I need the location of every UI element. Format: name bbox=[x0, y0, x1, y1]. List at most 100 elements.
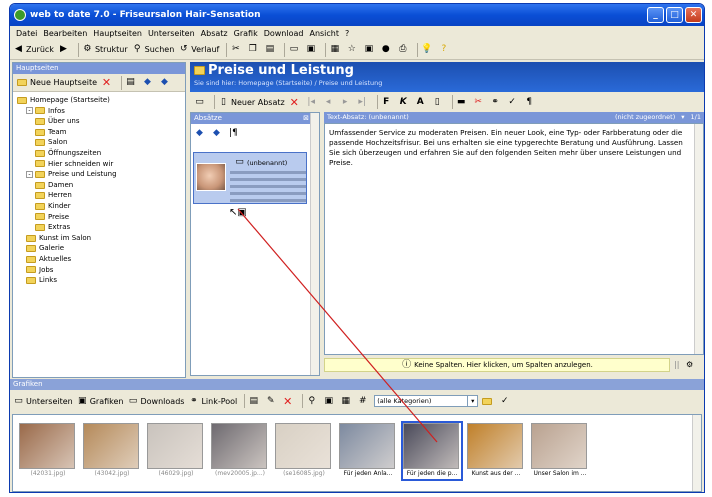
page-settings-button[interactable]: ▭ bbox=[194, 97, 207, 108]
graphic-thumbnail[interactable]: (42031.jpg) bbox=[19, 423, 77, 479]
menu-absatz[interactable]: Absatz bbox=[198, 29, 231, 38]
new-main-page-button[interactable]: Neue Hauptseite bbox=[17, 78, 97, 87]
paragraph-down-button[interactable]: ◆ bbox=[211, 128, 224, 139]
graphic-thumbnail[interactable]: (46029.jpg) bbox=[147, 423, 205, 479]
delete-format-button[interactable]: ✂ bbox=[473, 97, 486, 108]
tree-item[interactable]: Extras bbox=[13, 222, 185, 233]
search-button[interactable]: ⚲ Suchen bbox=[132, 44, 174, 55]
move-up-button[interactable]: ◆ bbox=[142, 77, 155, 88]
site-button[interactable]: ▦ bbox=[329, 44, 342, 55]
preview-button[interactable]: ▣ bbox=[305, 44, 318, 55]
category-folder-button[interactable] bbox=[482, 397, 495, 405]
next-button[interactable]: ▸ bbox=[340, 97, 353, 108]
category-check-button[interactable]: ✓ bbox=[499, 396, 512, 407]
tab-downloads[interactable]: ▭ Downloads bbox=[128, 396, 185, 407]
close-button[interactable]: ✕ bbox=[685, 7, 702, 23]
cut-button[interactable]: ✂ bbox=[230, 44, 243, 55]
menu-help[interactable]: ? bbox=[342, 29, 352, 38]
tree-item[interactable]: Preise bbox=[13, 212, 185, 223]
graphic-thumbnail[interactable]: (43042.jpg) bbox=[83, 423, 141, 479]
tip-button[interactable]: 💡 bbox=[421, 44, 434, 55]
chevron-down-icon[interactable]: ▾ bbox=[681, 112, 684, 123]
tree-item[interactable]: Team bbox=[13, 127, 185, 138]
menu-unterseiten[interactable]: Unterseiten bbox=[145, 29, 198, 38]
delete-page-button[interactable]: ✕ bbox=[101, 77, 114, 88]
paragraph-type-button[interactable]: |¶ bbox=[228, 128, 241, 139]
tree-item[interactable]: Hier schneiden wir bbox=[13, 159, 185, 170]
grid-view-button[interactable]: # bbox=[357, 396, 370, 407]
back-button[interactable]: ◀ Zurück bbox=[13, 44, 54, 55]
graphic-thumbnail[interactable]: (mev20005.jp...) bbox=[211, 423, 269, 479]
help-button[interactable]: ? bbox=[438, 44, 451, 55]
field-button[interactable]: ▯ bbox=[432, 97, 445, 108]
tree-item[interactable]: - Infos bbox=[13, 106, 185, 117]
tree-item[interactable]: Kinder bbox=[13, 201, 185, 212]
minimize-button[interactable]: _ bbox=[647, 7, 664, 23]
tree-item[interactable]: Über uns bbox=[13, 116, 185, 127]
tree-item[interactable]: Herren bbox=[13, 190, 185, 201]
menu-ansicht[interactable]: Ansicht bbox=[306, 29, 342, 38]
format-button[interactable]: ¶ bbox=[524, 97, 537, 108]
delete-graphic-button[interactable]: ✕ bbox=[282, 396, 295, 407]
page-properties-button[interactable]: ▤ bbox=[125, 77, 138, 88]
columns-pause-icon[interactable]: || bbox=[674, 360, 679, 369]
history-button[interactable]: ↺ Verlauf bbox=[178, 44, 219, 55]
tree-item[interactable]: Homepage (Startseite) bbox=[13, 95, 185, 106]
tree-item[interactable]: Salon bbox=[13, 137, 185, 148]
image-button[interactable]: ▣ bbox=[363, 44, 376, 55]
collapse-toggle-icon[interactable]: - bbox=[26, 107, 33, 115]
bold-button[interactable]: F bbox=[381, 97, 394, 108]
tree-item[interactable]: Links bbox=[13, 275, 185, 286]
graphic-thumbnail[interactable]: Unser Salon im ... bbox=[531, 423, 589, 479]
font-button[interactable]: A bbox=[415, 97, 428, 108]
tree-item[interactable]: Aktuelles bbox=[13, 254, 185, 265]
web-button[interactable]: ● bbox=[380, 44, 393, 55]
paragraphs-scrollbar[interactable] bbox=[310, 113, 319, 375]
paragraph-card[interactable]: ▭ (unbenannt) bbox=[193, 152, 307, 204]
new-paragraph-button[interactable]: ▯ Neuer Absatz bbox=[218, 97, 285, 108]
paragraph-text[interactable]: Umfassender Service zu moderaten Preisen… bbox=[329, 128, 689, 168]
paragraph-up-button[interactable]: ◆ bbox=[194, 128, 207, 139]
maximize-button[interactable]: □ bbox=[666, 7, 683, 23]
link-button[interactable]: ⚭ bbox=[490, 97, 503, 108]
forward-button[interactable]: ▶ bbox=[58, 44, 71, 55]
text-scrollbar[interactable] bbox=[694, 124, 703, 354]
resize-button[interactable]: ▦ bbox=[340, 396, 353, 407]
columns-settings-icon[interactable]: ⚙ bbox=[686, 360, 693, 369]
collapse-toggle-icon[interactable]: - bbox=[26, 170, 33, 178]
tree-item[interactable]: Öffnungszeiten bbox=[13, 148, 185, 159]
menu-hauptseiten[interactable]: Hauptseiten bbox=[90, 29, 145, 38]
graphic-thumbnail[interactable]: Für jeden die p... bbox=[401, 421, 463, 481]
prev-button[interactable]: ◂ bbox=[323, 97, 336, 108]
category-select[interactable]: (alle Kategorien) ▾ bbox=[374, 395, 479, 407]
line-button[interactable]: ▬ bbox=[456, 97, 469, 108]
close-panel-icon[interactable]: ⊠ bbox=[303, 113, 309, 124]
favorites-button[interactable]: ☆ bbox=[346, 44, 359, 55]
italic-button[interactable]: K bbox=[398, 97, 411, 108]
spellcheck-button[interactable]: ✓ bbox=[507, 97, 520, 108]
tab-unterseiten[interactable]: ▭ Unterseiten bbox=[13, 396, 72, 407]
text-editor[interactable]: Umfassender Service zu moderaten Preisen… bbox=[324, 123, 704, 355]
paste-button[interactable]: ▤ bbox=[264, 44, 277, 55]
publish-button[interactable]: ▭ bbox=[288, 44, 301, 55]
tree-item[interactable]: - Preise und Leistung bbox=[13, 169, 185, 180]
structure-button[interactable]: ⚙ Struktur bbox=[82, 44, 127, 55]
print-button[interactable]: ⎙ bbox=[397, 44, 410, 55]
delete-paragraph-button[interactable]: ✕ bbox=[289, 97, 302, 108]
import-graphic-button[interactable]: ▤ bbox=[248, 396, 261, 407]
gallery-scrollbar[interactable] bbox=[692, 415, 701, 491]
copy-button[interactable]: ❐ bbox=[247, 44, 260, 55]
tree-item[interactable]: Galerie bbox=[13, 243, 185, 254]
first-button[interactable]: |◂ bbox=[306, 97, 319, 108]
move-down-button[interactable]: ◆ bbox=[159, 77, 172, 88]
tree-item[interactable]: Kunst im Salon bbox=[13, 233, 185, 244]
tab-grafiken[interactable]: ▣ Grafiken bbox=[77, 396, 124, 407]
columns-hint[interactable]: ⓘ Keine Spalten. Hier klicken, um Spalten… bbox=[324, 358, 670, 372]
graphic-thumbnail[interactable]: Kunst aus der ... bbox=[467, 423, 525, 479]
menu-datei[interactable]: Datei bbox=[13, 29, 40, 38]
zoom-button[interactable]: ⚲ bbox=[306, 396, 319, 407]
last-button[interactable]: ▸| bbox=[357, 97, 370, 108]
tree-item[interactable]: Damen bbox=[13, 180, 185, 191]
tab-link-pool[interactable]: ⚭ Link-Pool bbox=[188, 396, 237, 407]
assignment-dropdown[interactable]: (nicht zugeordnet) bbox=[615, 112, 675, 123]
